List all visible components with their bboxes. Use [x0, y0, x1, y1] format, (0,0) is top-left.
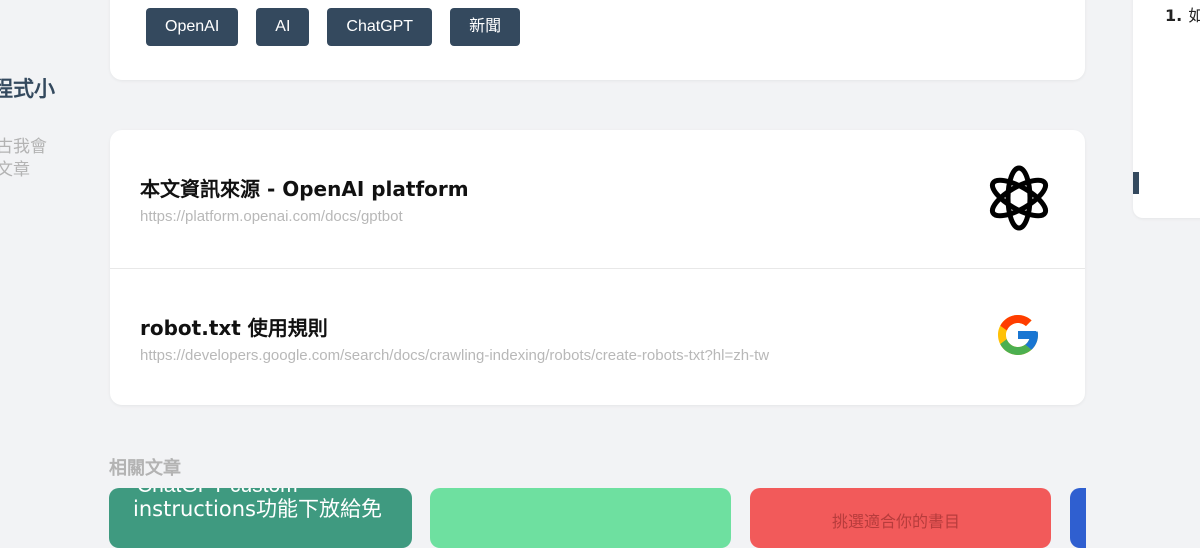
sidebar-profile-heading: 程式小: [0, 77, 55, 101]
source-url: https://platform.openai.com/docs/gptbot: [140, 208, 403, 225]
toc-card: 1. 如: [1133, 0, 1200, 218]
source-title: robot.txt 使用規則: [140, 316, 328, 340]
toc-item-text: 如: [1188, 6, 1200, 25]
toc-list-item[interactable]: 1. 如: [1165, 2, 1200, 26]
tag-list: OpenAI AI ChatGPT 新聞: [146, 8, 521, 46]
tag-ai[interactable]: AI: [256, 8, 310, 46]
toc-item-number: 1.: [1165, 6, 1183, 25]
google-logo-icon: [998, 315, 1038, 355]
related-article-card[interactable]: [1070, 488, 1086, 548]
tags-card: OpenAI AI ChatGPT 新聞: [110, 0, 1085, 80]
source-url: https://developers.google.com/search/doc…: [140, 347, 770, 364]
openai-logo-icon: [989, 165, 1049, 231]
related-article-card[interactable]: ChatGPT custom instructions功能下放給免: [109, 488, 412, 548]
related-article-title: 挑選適合你的書目: [832, 512, 961, 531]
related-article-card[interactable]: [430, 488, 731, 548]
related-articles-heading: 相關文章: [109, 458, 181, 479]
sidebar-profile-description: 古我會 文章: [0, 137, 47, 180]
related-article-card[interactable]: 挑選適合你的書目: [750, 488, 1051, 548]
tag-openai[interactable]: OpenAI: [146, 8, 239, 46]
tag-chatgpt[interactable]: ChatGPT: [327, 8, 433, 46]
source-link-openai[interactable]: 本文資訊來源 - OpenAI platform https://platfor…: [110, 130, 1085, 267]
tag-news[interactable]: 新聞: [450, 8, 521, 46]
toc-active-indicator: [1133, 172, 1139, 194]
sources-card: 本文資訊來源 - OpenAI platform https://platfor…: [110, 130, 1085, 405]
source-link-google[interactable]: robot.txt 使用規則 https://developers.google…: [110, 268, 1085, 406]
source-title: 本文資訊來源 - OpenAI platform: [140, 177, 469, 201]
